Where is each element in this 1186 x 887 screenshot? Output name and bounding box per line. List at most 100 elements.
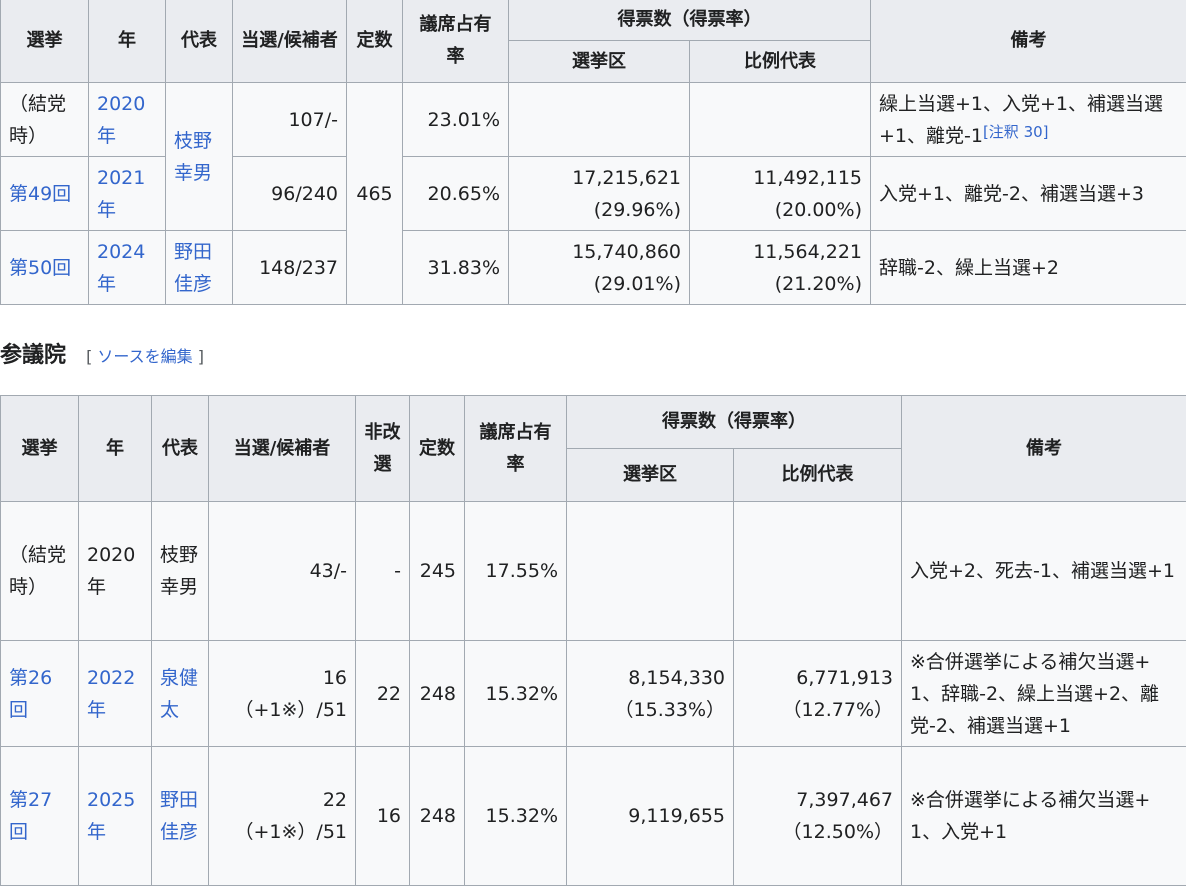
leader-link[interactable]: 泉健太: [151, 640, 209, 747]
councillors-results-table: 選挙 年 代表 当選/候補者 非改選 定数 議席占有率 得票数（得票率） 備考 …: [0, 395, 1186, 886]
election-link[interactable]: 第26回: [0, 640, 79, 747]
election-link-text[interactable]: 第26回: [9, 667, 52, 721]
leader-link-text[interactable]: 枝野幸男: [174, 130, 212, 184]
elected-count: 16: [322, 666, 347, 689]
unrenewed-cell: -: [355, 501, 410, 641]
year-link[interactable]: 2024年: [88, 230, 166, 305]
table-row: （結党時） 2020年 枝野幸男 107/- 465 23.01% 繰上当選+1…: [0, 82, 1186, 305]
notes-cell: ※合併選挙による補欠当選+1、辞職-2、繰上当選+2、離党-2、補選当選+1: [901, 640, 1186, 747]
district-rate: (29.96%): [593, 198, 681, 221]
election-link[interactable]: 第49回: [0, 156, 89, 231]
elected-cell: 148/237: [232, 230, 347, 305]
header-year: 年: [88, 0, 166, 83]
pr-votes-cell: 6,771,913 （12.77%）: [733, 640, 902, 747]
header-row: 選挙 年 代表 当選/候補者 定数 議席占有率 得票数（得票率） 備考: [0, 0, 1186, 83]
edit-source-link[interactable]: ソースを編集: [97, 347, 192, 366]
district-votes: 9,119,655: [628, 805, 725, 827]
election-link[interactable]: 第27回: [0, 746, 79, 886]
header-district: 選挙区: [508, 40, 690, 83]
section-heading: 参議院 [ ソースを編集 ]: [0, 336, 204, 376]
seats-cell: 248: [409, 746, 465, 886]
elected-cell: 107/-: [232, 82, 347, 157]
election-link[interactable]: 第50回: [0, 230, 89, 305]
header-elected: 当選/候補者: [208, 395, 356, 502]
table-row: （結党時） 2020年 枝野幸男 43/- - 245 17.55% 入党+2、…: [0, 501, 1186, 641]
table-row: 第27回 2025年 野田佳彦 22 （+1※）/51 16 248 15.32%…: [0, 746, 1186, 886]
leader-link-text[interactable]: 野田佳彦: [174, 241, 212, 295]
year-link-text[interactable]: 2021年: [97, 167, 145, 221]
pr-rate: （12.77%）: [782, 698, 893, 721]
share-cell: 17.55%: [464, 501, 567, 641]
leader-link[interactable]: 野田佳彦: [165, 230, 233, 305]
edit-bracket-open: [: [86, 347, 93, 366]
share-cell: 20.65%: [402, 156, 509, 231]
seats-cell: 248: [409, 640, 465, 747]
header-pr: 比例代表: [733, 448, 902, 502]
election-link-text[interactable]: 第27回: [9, 789, 52, 843]
leader-link[interactable]: 野田佳彦: [151, 746, 209, 886]
elected-detail: （+1※）/51: [234, 821, 347, 843]
district-votes: 17,215,621: [572, 166, 681, 189]
pr-rate: （12.50%）: [782, 821, 893, 843]
elected-detail: （+1※）/51: [234, 698, 347, 721]
district-votes-cell: 8,154,330 （15.33%）: [566, 640, 734, 747]
header-seats: 定数: [346, 0, 403, 83]
election-cell: （結党時）: [0, 501, 79, 641]
notes-cell: 辞職-2、繰上当選+2: [870, 230, 1186, 305]
election-link-text[interactable]: 第49回: [9, 183, 71, 205]
year-link-text[interactable]: 2020年: [97, 93, 145, 147]
year-link[interactable]: 2025年: [78, 746, 152, 886]
unrenewed-cell: 16: [355, 746, 410, 886]
year-link-text[interactable]: 2022年: [87, 667, 135, 721]
header-leader: 代表: [165, 0, 233, 83]
pr-votes-cell: [689, 82, 871, 157]
footnote-link[interactable]: [注釈 30]: [983, 123, 1049, 141]
share-cell: 23.01%: [402, 82, 509, 157]
year-link-text[interactable]: 2025年: [87, 789, 135, 843]
notes-cell: 入党+2、死去-1、補選当選+1: [901, 501, 1186, 641]
district-rate: (29.01%): [593, 272, 681, 295]
year-link[interactable]: 2022年: [78, 640, 152, 747]
notes-cell: ※合併選挙による補欠当選+1、入党+1: [901, 746, 1186, 886]
pr-rate: (21.20%): [774, 272, 862, 295]
share-cell: 15.32%: [464, 640, 567, 747]
header-elected: 当選/候補者: [232, 0, 347, 83]
district-votes: 15,740,860: [572, 240, 681, 263]
leader-link-text[interactable]: 泉健太: [160, 667, 198, 721]
year-link[interactable]: 2020年: [88, 82, 166, 157]
elected-cell: 43/-: [208, 501, 356, 641]
district-votes-cell: 15,740,860 (29.01%): [508, 230, 690, 305]
leader-link-text[interactable]: 野田佳彦: [160, 789, 198, 843]
header-share: 議席占有率: [402, 0, 509, 83]
district-votes: 8,154,330: [628, 666, 725, 689]
header-notes: 備考: [870, 0, 1186, 83]
elected-cell: 16 （+1※）/51: [208, 640, 356, 747]
district-votes-cell: [566, 501, 734, 641]
election-link-text[interactable]: 第50回: [9, 257, 71, 279]
year-link[interactable]: 2021年: [88, 156, 166, 231]
seats-cell: 465: [346, 82, 403, 305]
table-row: 第26回 2022年 泉健太 16 （+1※）/51 22 248 15.32% …: [0, 640, 1186, 747]
header-unrenewed: 非改選: [355, 395, 410, 502]
pr-votes: 11,564,221: [753, 240, 862, 263]
table-row: 第50回 2024年 野田佳彦 148/237 31.83% 15,740,86…: [0, 230, 1186, 305]
district-rate: （15.33%）: [614, 698, 725, 721]
header-district: 選挙区: [566, 448, 734, 502]
notes-cell: 入党+1、離党-2、補選当選+3: [870, 156, 1186, 231]
header-election: 選挙: [0, 0, 89, 83]
unrenewed-cell: 22: [355, 640, 410, 747]
header-votes-group: 得票数（得票率）: [566, 395, 902, 449]
pr-votes: 11,492,115: [753, 166, 862, 189]
house-results-table: 選挙 年 代表 当選/候補者 定数 議席占有率 得票数（得票率） 備考 選挙区 …: [0, 0, 1186, 305]
district-votes-cell: [508, 82, 690, 157]
election-cell: （結党時）: [0, 82, 89, 157]
pr-rate: (20.00%): [774, 198, 862, 221]
elected-cell: 22 （+1※）/51: [208, 746, 356, 886]
header-votes-group: 得票数（得票率）: [508, 0, 871, 41]
header-row: 選挙 年 代表 当選/候補者 非改選 定数 議席占有率 得票数（得票率） 備考: [0, 395, 1186, 502]
leader-cell: 枝野幸男: [151, 501, 209, 641]
section-title: 参議院: [0, 343, 67, 368]
edit-bracket-close: ]: [197, 347, 204, 366]
leader-link[interactable]: 枝野幸男: [165, 82, 233, 231]
year-link-text[interactable]: 2024年: [97, 241, 145, 295]
